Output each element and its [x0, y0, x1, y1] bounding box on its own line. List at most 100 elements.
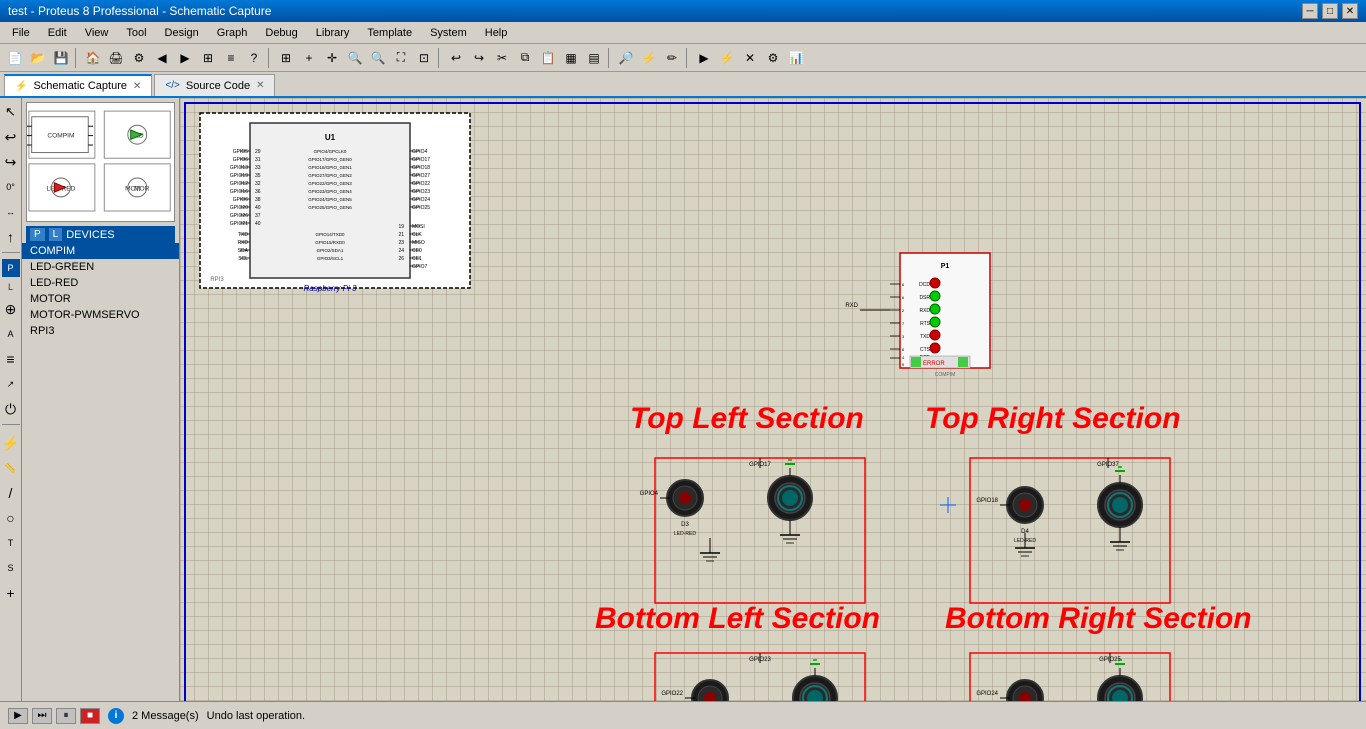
schematic-canvas[interactable]: U1 GPIO5 GPIO6 GPIO13 GPIO19 GPIO12 GPIO…: [180, 98, 1366, 701]
save-button[interactable]: 💾: [50, 47, 72, 69]
device-panel: COMPIM LED LED-RED: [22, 98, 179, 701]
play-button[interactable]: ▶: [8, 708, 28, 724]
bus-tool[interactable]: ≡: [0, 347, 23, 371]
sub-tool[interactable]: ↗: [0, 372, 23, 396]
run-button[interactable]: ▶: [693, 47, 715, 69]
cut-button[interactable]: ✂: [491, 47, 513, 69]
device-compim[interactable]: COMPIM: [22, 243, 179, 259]
svg-text:SDA: SDA: [238, 248, 249, 254]
junction-tool[interactable]: ⊕: [0, 297, 23, 321]
tb-btn5[interactable]: ▶: [174, 47, 196, 69]
new-button[interactable]: 📄: [4, 47, 26, 69]
svg-text:24: 24: [398, 248, 404, 254]
tb-btn9[interactable]: +: [298, 47, 320, 69]
minimize-button[interactable]: ─: [1302, 3, 1318, 19]
tb-btn19[interactable]: 📊: [785, 47, 807, 69]
menu-graph[interactable]: Graph: [209, 25, 256, 41]
measure-tool[interactable]: 📏: [0, 456, 23, 480]
schematic-tab-close[interactable]: ✕: [133, 81, 141, 92]
svg-text:TXD: TXD: [238, 232, 248, 238]
device-led-green[interactable]: LED-GREEN: [22, 259, 179, 275]
menu-template[interactable]: Template: [359, 25, 420, 41]
grid-button[interactable]: ⊞: [275, 47, 297, 69]
close-button[interactable]: ✕: [1342, 3, 1358, 19]
mirror-tool[interactable]: ↔: [0, 200, 23, 224]
label-tool[interactable]: A: [0, 322, 23, 346]
probe-tool[interactable]: ⚡: [0, 431, 23, 455]
open-button[interactable]: 📂: [27, 47, 49, 69]
maximize-button[interactable]: □: [1322, 3, 1338, 19]
menu-library[interactable]: Library: [308, 25, 358, 41]
redo-button[interactable]: ↪: [468, 47, 490, 69]
symbol-tool[interactable]: S: [0, 556, 23, 580]
menu-file[interactable]: File: [4, 25, 38, 41]
toolbar-sep1: [75, 48, 79, 68]
svg-text:GPIO17/GPIO_GEN0: GPIO17/GPIO_GEN0: [308, 157, 352, 162]
tb-btn17[interactable]: ✕: [739, 47, 761, 69]
home-button[interactable]: 🏠: [82, 47, 104, 69]
tb-btn10[interactable]: ✛: [321, 47, 343, 69]
status-text: Undo last operation.: [207, 710, 305, 722]
text-tool[interactable]: T: [0, 531, 23, 555]
tb-btn8[interactable]: ?: [243, 47, 265, 69]
tb-btn16[interactable]: ⚡: [716, 47, 738, 69]
device-rpi3[interactable]: RPI3: [22, 323, 179, 339]
circle-tool[interactable]: ○: [0, 506, 23, 530]
tb-btn11[interactable]: ▦: [560, 47, 582, 69]
tb-btn18[interactable]: ⚙: [762, 47, 784, 69]
redo-tool[interactable]: ↪: [0, 150, 23, 174]
zoom-fit-button[interactable]: ⛶: [390, 47, 412, 69]
svg-text:Raspberry Pi 3: Raspberry Pi 3: [304, 284, 357, 293]
step-button[interactable]: ⏭: [32, 708, 52, 724]
rotate-tool[interactable]: 0°: [0, 175, 23, 199]
canvas-area[interactable]: U1 GPIO5 GPIO6 GPIO13 GPIO19 GPIO12 GPIO…: [180, 98, 1366, 701]
menu-debug[interactable]: Debug: [257, 25, 305, 41]
tb-btn4[interactable]: ◀: [151, 47, 173, 69]
tb-btn7[interactable]: ≡: [220, 47, 242, 69]
line-tool[interactable]: /: [0, 481, 23, 505]
devices-l-button[interactable]: L: [49, 228, 63, 241]
device-motor-pwm[interactable]: MOTOR-PWMSERVO: [22, 307, 179, 323]
wire-tool[interactable]: L: [2, 278, 20, 296]
titlebar-title: test - Proteus 8 Professional - Schemati…: [8, 4, 271, 18]
zoom-out-button[interactable]: 🔍: [367, 47, 389, 69]
tb-btn13[interactable]: 🔎: [615, 47, 637, 69]
zoom-area-button[interactable]: ⊡: [413, 47, 435, 69]
devices-p-button[interactable]: P: [30, 228, 45, 241]
print-button[interactable]: 🖨: [105, 47, 127, 69]
menu-edit[interactable]: Edit: [40, 25, 75, 41]
svg-text:GPIO25/GPIO_GEN6: GPIO25/GPIO_GEN6: [308, 205, 352, 210]
tb-btn12[interactable]: ▤: [583, 47, 605, 69]
tab-schematic[interactable]: ⚡ Schematic Capture ✕: [4, 74, 152, 96]
select-tool[interactable]: ↖: [0, 100, 23, 124]
svg-text:MISO: MISO: [412, 240, 425, 246]
device-led-red[interactable]: LED-RED: [22, 275, 179, 291]
tb-btn3[interactable]: ⚙: [128, 47, 150, 69]
menu-help[interactable]: Help: [477, 25, 516, 41]
pause-button[interactable]: ⏸: [56, 708, 76, 724]
tab-source-code[interactable]: </> Source Code ✕: [154, 74, 275, 96]
tb-btn15[interactable]: ✏: [661, 47, 683, 69]
menu-tool[interactable]: Tool: [118, 25, 154, 41]
svg-text:RPI3: RPI3: [210, 277, 224, 283]
device-motor[interactable]: MOTOR: [22, 291, 179, 307]
paste-button[interactable]: 📋: [537, 47, 559, 69]
svg-text:GPIO24: GPIO24: [976, 691, 998, 697]
undo-button[interactable]: ↩: [445, 47, 467, 69]
copy-button[interactable]: ⧉: [514, 47, 536, 69]
menu-view[interactable]: View: [77, 25, 117, 41]
stop-button[interactable]: ■: [80, 708, 100, 724]
undo-tool[interactable]: ↩: [0, 125, 23, 149]
up-tool[interactable]: ↑: [0, 225, 23, 249]
menu-design[interactable]: Design: [157, 25, 207, 41]
source-tab-close[interactable]: ✕: [256, 80, 264, 91]
menu-system[interactable]: System: [422, 25, 475, 41]
add-tool[interactable]: +: [0, 581, 23, 605]
tb-btn14[interactable]: ⚡: [638, 47, 660, 69]
zoom-in-button[interactable]: 🔍: [344, 47, 366, 69]
tb-btn6[interactable]: ⊞: [197, 47, 219, 69]
power-tool[interactable]: ⏻: [0, 397, 23, 421]
component-tool[interactable]: P: [2, 259, 20, 277]
svg-text:19: 19: [398, 224, 404, 230]
cursor: [940, 497, 956, 513]
